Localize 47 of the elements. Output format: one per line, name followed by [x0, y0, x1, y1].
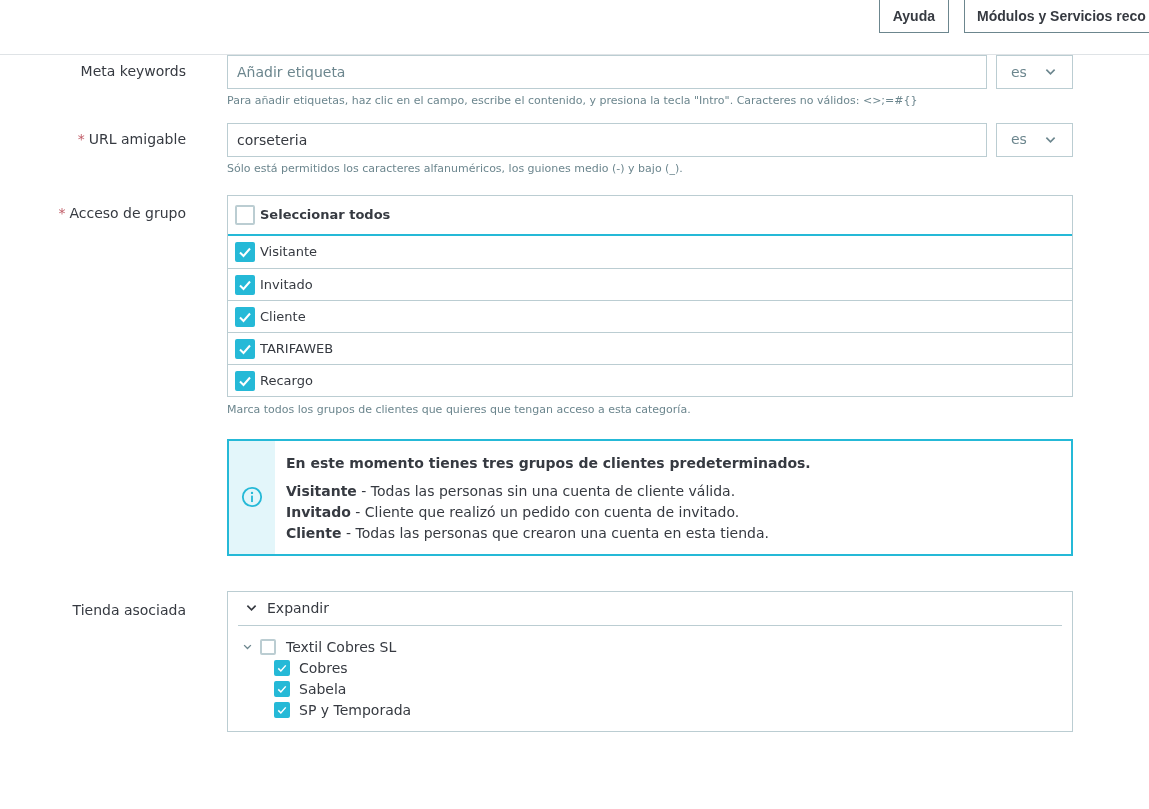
checkmark-icon [276, 683, 288, 695]
required-asterisk: * [77, 129, 85, 149]
alert-text: Visitante - Todas las personas sin una cuenta de cliente válida. [286, 481, 737, 501]
chevron-down-icon [246, 604, 257, 612]
language-select[interactable]: es [996, 122, 1073, 157]
group-label: Visitante [260, 243, 317, 262]
checkmark-icon [276, 704, 288, 716]
alert-title: En este momento tienes tres grupos de clientes predeterminados. [286, 453, 811, 473]
help-text: Sólo está permitidos los caracteres alfanuméricos, los guiones medio (-) y bajo (_). [227, 160, 684, 177]
chevron-down-icon [1045, 135, 1056, 144]
group-label: Recargo [260, 371, 313, 390]
tree-item-label: Textil Cobres SL [286, 637, 397, 657]
help-text: Para añadir etiquetas, haz clic en el campo, escribe el contenido, y presiona la tecla "Intro". Caracteres no válidos: <>;=#{} [227, 93, 919, 109]
checkbox[interactable] [235, 370, 255, 391]
group-label: Invitado [260, 275, 313, 294]
expand-toggle[interactable]: Expandir [238, 591, 1062, 626]
checkbox[interactable] [235, 274, 255, 295]
header-button[interactable]: Módulos y Servicios reco [964, 0, 1149, 33]
group-label: Cliente [260, 307, 306, 326]
field-label: Meta keywords [80, 62, 186, 81]
group-label: TARIFAWEB [260, 339, 334, 358]
text-field[interactable]: Añadir etiqueta [227, 55, 987, 89]
checkbox[interactable] [274, 660, 290, 676]
text-field[interactable]: corseteria [227, 122, 987, 157]
checkbox[interactable] [274, 681, 290, 697]
checkmark-icon [276, 662, 288, 674]
tree-item-label: SP y Temporada [299, 700, 412, 720]
field-label: Acceso de grupo [69, 204, 186, 223]
checkbox[interactable] [235, 338, 255, 359]
required-asterisk: * [58, 204, 66, 223]
help-text: Marca todos los grupos de clientes que quieres que tengan acceso a esta categoría. [227, 402, 692, 418]
checkbox[interactable] [235, 242, 255, 262]
checkbox[interactable] [274, 702, 290, 718]
checkbox[interactable] [235, 306, 255, 327]
language-select[interactable]: es [996, 55, 1073, 89]
tree-item-label: Sabela [299, 679, 347, 699]
checkbox[interactable] [260, 639, 276, 655]
alert-text: Invitado - Cliente que realizó un pedido con cuenta de invitado. [286, 502, 741, 522]
info-icon [241, 486, 263, 508]
field-label: URL amigable [88, 129, 186, 149]
chevron-down-icon [1045, 68, 1056, 76]
checkbox[interactable] [235, 205, 255, 225]
header-button[interactable]: Ayuda [878, 0, 949, 33]
field-label: Tienda asociada [72, 600, 186, 620]
tree-item-label: Cobres [299, 658, 348, 678]
select-all-label: Seleccionar todos [260, 206, 391, 225]
alert-text: Cliente - Todas las personas que crearon una cuenta en esta tienda. [286, 523, 770, 543]
